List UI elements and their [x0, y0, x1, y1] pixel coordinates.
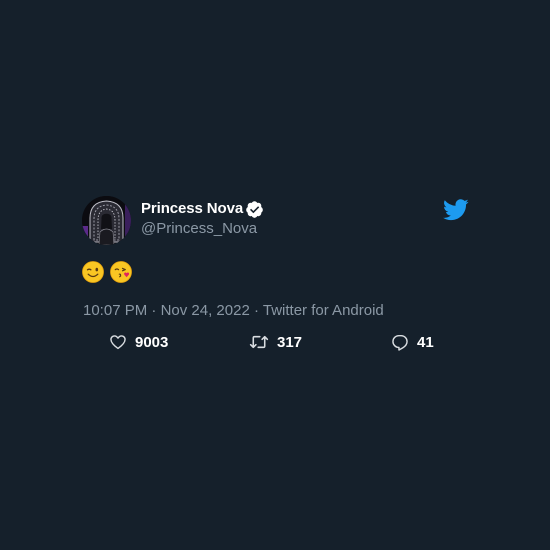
meta-separator: ·	[253, 302, 259, 319]
retweet-icon	[249, 335, 269, 349]
heart-icon	[110, 335, 126, 350]
retweet-count: 317	[277, 333, 303, 351]
tweet-text	[82, 261, 132, 285]
verified-badge-icon	[245, 200, 264, 219]
winking-face-emoji	[82, 261, 104, 283]
display-name[interactable]: Princess Nova	[141, 200, 243, 217]
tweet-card: Princess Nova @Princess_Nova 10:07 PM · …	[82, 196, 472, 356]
meta-separator: ·	[151, 302, 157, 319]
user-handle[interactable]: @Princess_Nova	[141, 220, 257, 237]
reply-count: 41	[417, 333, 434, 351]
tweet-actions: 9003 317 41	[82, 330, 472, 354]
tweet-source[interactable]: Twitter for Android	[263, 302, 384, 319]
tweet-date[interactable]: Nov 24, 2022	[161, 302, 250, 319]
twitter-bird-icon[interactable]	[443, 199, 469, 221]
reply-button[interactable]: 41	[391, 330, 434, 354]
tweet-time[interactable]: 10:07 PM	[83, 302, 147, 319]
face-blowing-a-kiss-emoji	[110, 261, 132, 283]
tweet-meta: 10:07 PM · Nov 24, 2022 · Twitter for An…	[83, 302, 384, 319]
like-count: 9003	[135, 333, 169, 351]
like-button[interactable]: 9003	[109, 330, 168, 354]
reply-icon	[392, 334, 408, 351]
retweet-button[interactable]: 317	[249, 330, 302, 354]
avatar[interactable]	[82, 196, 131, 245]
